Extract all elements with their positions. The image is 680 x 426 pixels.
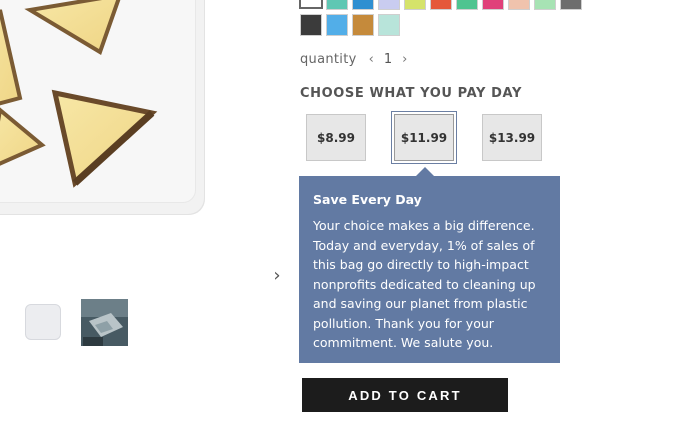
chevron-right-icon: ›	[273, 265, 281, 286]
pineapple-slices-illustration	[0, 0, 158, 188]
price-option-mid[interactable]: $11.99	[392, 112, 456, 163]
quantity-decrement-button[interactable]: ‹	[369, 52, 374, 67]
chevron-right-icon: ›	[402, 51, 408, 67]
color-swatch[interactable]	[404, 0, 426, 10]
chevron-left-icon: ‹	[368, 51, 374, 67]
quantity-increment-button[interactable]: ›	[402, 52, 407, 67]
main-product-image	[0, 0, 205, 215]
price-option-low[interactable]: $8.99	[306, 114, 366, 161]
color-swatch[interactable]	[456, 0, 478, 10]
tooltip-body: Your choice makes a big difference. Toda…	[313, 218, 536, 350]
color-swatch[interactable]	[299, 0, 323, 9]
color-swatch[interactable]	[326, 14, 348, 36]
product-gallery: ›	[0, 0, 290, 426]
gallery-thumbnail[interactable]	[81, 299, 128, 346]
tooltip-title: Save Every Day	[313, 192, 422, 207]
color-swatch[interactable]	[378, 14, 400, 36]
price-option-high[interactable]: $13.99	[482, 114, 542, 161]
gallery-next-arrow[interactable]: ›	[270, 266, 284, 286]
color-swatch[interactable]	[352, 14, 374, 36]
color-swatch[interactable]	[508, 0, 530, 10]
color-swatch[interactable]	[482, 0, 504, 10]
lifestyle-thumbnail-image	[81, 299, 128, 346]
color-swatch[interactable]	[300, 14, 322, 36]
color-swatch[interactable]	[430, 0, 452, 10]
price-info-tooltip: Save Every Day Your choice makes a big d…	[299, 167, 560, 363]
quantity-stepper: quantity ‹ 1 ›	[300, 50, 407, 68]
color-swatch[interactable]	[534, 0, 556, 10]
bag-thumbnail-image	[25, 304, 61, 340]
quantity-value: 1	[383, 51, 393, 67]
quantity-label: quantity	[300, 51, 357, 67]
color-swatch[interactable]	[326, 0, 348, 10]
add-to-cart-button[interactable]: ADD TO CART	[302, 378, 508, 412]
price-choice-heading: CHOOSE WHAT YOU PAY DAY	[300, 86, 522, 101]
gallery-thumbnail[interactable]	[22, 299, 69, 346]
color-swatch[interactable]	[352, 0, 374, 10]
color-swatch[interactable]	[560, 0, 582, 10]
color-swatch[interactable]	[378, 0, 400, 10]
